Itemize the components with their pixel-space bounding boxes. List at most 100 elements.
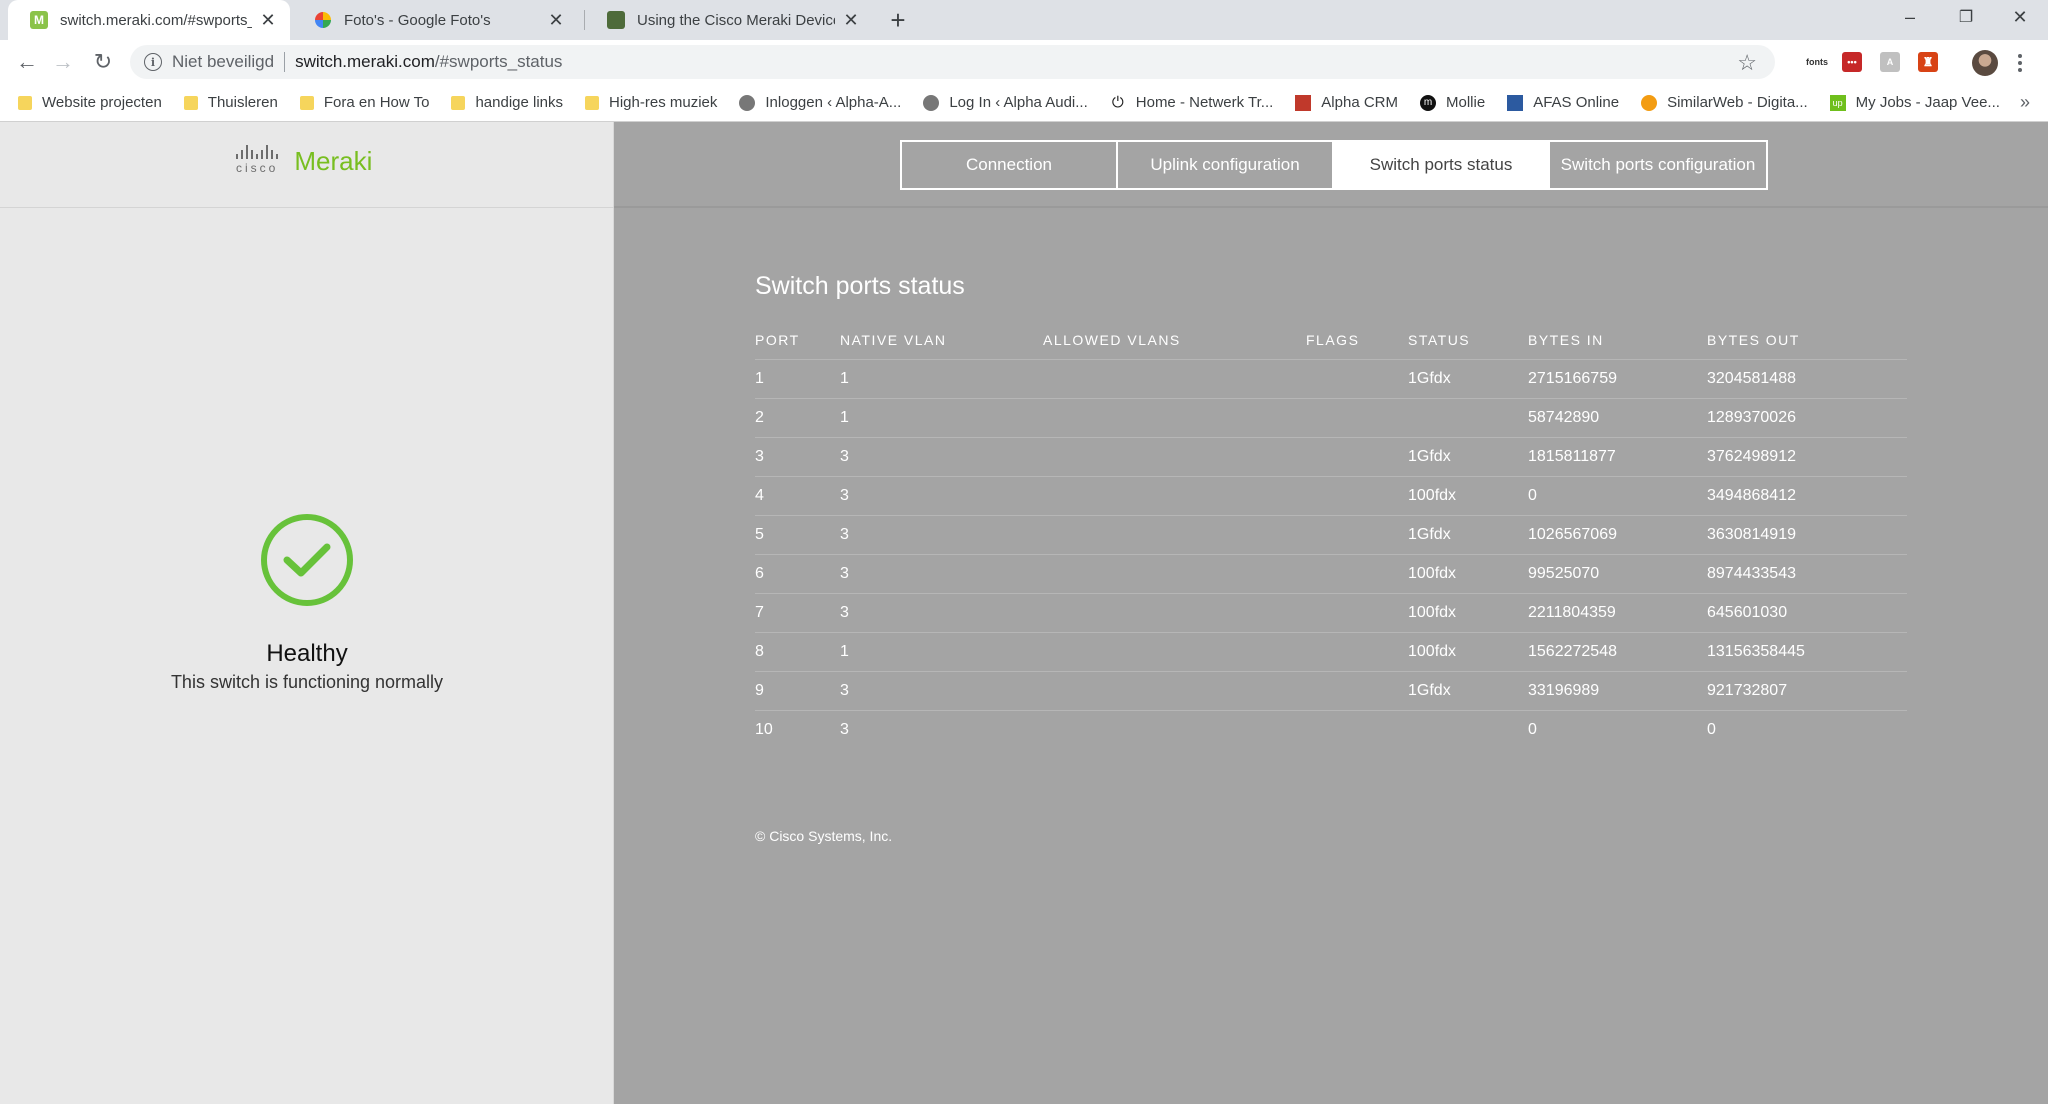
- browser-tab-google-photos[interactable]: Foto's - Google Foto's ✕: [292, 0, 578, 40]
- afas-icon: [1507, 94, 1524, 111]
- bookmark-star-icon[interactable]: ☆: [1737, 50, 1757, 76]
- gray-extension-icon[interactable]: A: [1880, 52, 1900, 72]
- cell-status: 100fdx: [1408, 554, 1528, 594]
- cell-bytes-out: 3204581488: [1707, 359, 1907, 399]
- cell-flags: [1306, 398, 1408, 438]
- cisco-wordmark: cisco: [236, 160, 279, 175]
- fonts-extension-icon[interactable]: fonts: [1804, 52, 1830, 72]
- bookmark-home-netwerk[interactable]: ⏻ Home - Netwerk Tr...: [1110, 94, 1273, 111]
- close-window-icon[interactable]: ✕: [1992, 0, 2048, 34]
- cell-bytes-out: 1289370026: [1707, 398, 1907, 438]
- cell-bytes-in: 1026567069: [1528, 515, 1707, 555]
- copyright-footer: © Cisco Systems, Inc.: [755, 828, 893, 844]
- cell-flags: [1306, 593, 1408, 633]
- bookmark-high-res-muziek[interactable]: High-res muziek: [585, 94, 717, 111]
- cell-native-vlan: 3: [840, 437, 1043, 477]
- cell-native-vlan: 3: [840, 593, 1043, 633]
- cell-port: 10: [755, 720, 773, 738]
- similarweb-icon: [1641, 94, 1658, 111]
- cell-bytes-in: 1562272548: [1528, 632, 1707, 672]
- meraki-favicon-icon: M: [30, 11, 48, 29]
- browser-menu-icon[interactable]: [2012, 50, 2028, 76]
- cell-port: 6: [755, 554, 840, 594]
- orange-extension-icon[interactable]: ♜: [1918, 52, 1938, 72]
- cell-status: 1Gfdx: [1408, 359, 1528, 399]
- tab-switch-ports-status[interactable]: Switch ports status: [1334, 142, 1550, 188]
- minimize-window-icon[interactable]: –: [1882, 0, 1938, 34]
- tab-switch-ports-configuration[interactable]: Switch ports configuration: [1550, 142, 1766, 188]
- profile-avatar[interactable]: [1972, 50, 1998, 76]
- column-header-allowed-vlans: ALLOWED VLANS: [1043, 321, 1306, 360]
- bookmark-handige-links[interactable]: handige links: [451, 94, 563, 111]
- bookmark-website-projecten[interactable]: Website projecten: [18, 94, 162, 111]
- cell-bytes-in: 2715166759: [1528, 359, 1707, 399]
- column-header-bytes-out: BYTES OUT: [1707, 321, 1907, 360]
- ports-content: Switch ports status PORT NATIVE VLAN ALL…: [755, 272, 1907, 749]
- table-row: 1 1 1Gfdx 2715166759 3204581488: [755, 359, 1907, 399]
- bookmark-similarweb[interactable]: SimilarWeb - Digita...: [1641, 94, 1808, 111]
- tab-title: switch.meraki.com/#swports_status: [60, 11, 252, 29]
- cell-bytes-out: 0: [1707, 720, 1716, 738]
- close-tab-icon[interactable]: ✕: [841, 10, 861, 30]
- bookmark-thuisleren[interactable]: Thuisleren: [183, 94, 278, 111]
- lastpass-extension-icon[interactable]: •••: [1842, 52, 1862, 72]
- table-row: 4 3 100fdx 0 3494868412: [755, 476, 1907, 516]
- tab-connection[interactable]: Connection: [902, 142, 1118, 188]
- table-row: 6 3 100fdx 99525070 8974433543: [755, 554, 1907, 594]
- address-bar[interactable]: i Niet beveiligd switch.meraki.com/#swpo…: [130, 45, 1775, 79]
- table-row: 10 3 0 0: [755, 710, 1907, 749]
- cell-port: 4: [755, 476, 840, 516]
- browser-tab-cisco-doc[interactable]: Using the Cisco Meraki Device Lo ✕: [585, 0, 873, 40]
- folder-icon: [451, 95, 466, 110]
- tab-title: Using the Cisco Meraki Device Lo: [637, 11, 835, 29]
- column-header-flags: FLAGS: [1306, 321, 1408, 360]
- bookmark-login-alpha-audio[interactable]: Log In ‹ Alpha Audi...: [923, 94, 1088, 111]
- section-nav: Connection Uplink configuration Switch p…: [900, 140, 1768, 190]
- bookmark-my-jobs[interactable]: up My Jobs - Jaap Vee...: [1829, 94, 2000, 111]
- folder-icon: [585, 95, 600, 110]
- cell-allowed-vlans: [1043, 398, 1306, 438]
- security-label[interactable]: Niet beveiligd: [172, 52, 274, 72]
- cell-bytes-in: 1815811877: [1528, 437, 1707, 477]
- page: cisco Meraki Healthy This switch is func…: [0, 122, 2048, 1104]
- browser-tab-strip: M switch.meraki.com/#swports_status ✕ Fo…: [0, 0, 2048, 40]
- tab-title: Foto's - Google Foto's: [344, 11, 491, 29]
- cell-bytes-out: 3762498912: [1707, 437, 1907, 477]
- new-tab-button[interactable]: +: [884, 5, 912, 35]
- cell-bytes-out: 3630814919: [1707, 515, 1907, 555]
- bookmark-fora-en-how-to[interactable]: Fora en How To: [299, 94, 429, 111]
- bookmark-mollie[interactable]: m Mollie: [1420, 94, 1485, 111]
- bookmarks-overflow-icon[interactable]: »: [2020, 92, 2030, 113]
- cell-flags: [1306, 476, 1408, 516]
- cell-flags: [1306, 515, 1408, 555]
- cisco-bars-icon: [236, 143, 279, 159]
- bookmark-afas-online[interactable]: AFAS Online: [1507, 94, 1619, 111]
- cell-native-vlan: 3: [840, 720, 849, 738]
- forward-icon[interactable]: →: [48, 47, 78, 77]
- bookmark-inloggen-alpha[interactable]: Inloggen ‹ Alpha-A...: [739, 94, 901, 111]
- upwork-icon: up: [1829, 94, 1846, 111]
- cell-native-vlan: 3: [840, 671, 1043, 711]
- cell-allowed-vlans: [1043, 710, 1306, 749]
- info-icon[interactable]: i: [144, 53, 162, 71]
- cell-bytes-in: 99525070: [1528, 554, 1707, 594]
- cell-flags: [1306, 554, 1408, 594]
- close-tab-icon[interactable]: ✕: [546, 10, 566, 30]
- reload-icon[interactable]: ↻: [88, 47, 118, 77]
- close-tab-icon[interactable]: ✕: [258, 10, 278, 30]
- table-row: 8 1 100fdx 1562272548 13156358445: [755, 632, 1907, 672]
- cell-port: 8: [755, 632, 840, 672]
- tab-uplink-configuration[interactable]: Uplink configuration: [1118, 142, 1334, 188]
- cisco-logo: cisco: [236, 143, 279, 175]
- cell-status: 1Gfdx: [1408, 671, 1528, 711]
- cell-native-vlan: 3: [840, 554, 1043, 594]
- cell-native-vlan: 1: [840, 359, 1043, 399]
- column-header-native-vlan: NATIVE VLAN: [840, 321, 1043, 360]
- bookmark-alpha-crm[interactable]: Alpha CRM: [1295, 94, 1398, 111]
- restore-window-icon[interactable]: ❐: [1938, 0, 1994, 34]
- back-icon[interactable]: ←: [12, 47, 42, 77]
- cell-bytes-out: 645601030: [1707, 593, 1907, 633]
- folder-icon: [299, 95, 314, 110]
- browser-tab-meraki[interactable]: M switch.meraki.com/#swports_status ✕: [8, 0, 290, 40]
- browser-toolbar: ← → ↻ i Niet beveiligd switch.meraki.com…: [0, 40, 2048, 84]
